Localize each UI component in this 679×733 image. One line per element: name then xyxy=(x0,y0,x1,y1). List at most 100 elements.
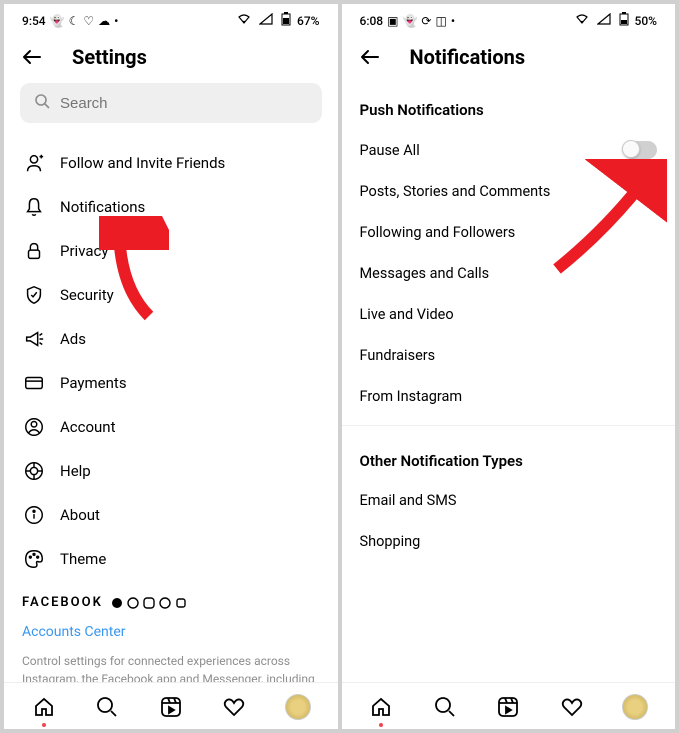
menu-security[interactable]: Security xyxy=(20,273,322,317)
notif-label: Messages and Calls xyxy=(360,265,490,282)
menu-payments[interactable]: Payments xyxy=(20,361,322,405)
menu-help[interactable]: Help xyxy=(20,449,322,493)
notif-label: Email and SMS xyxy=(360,492,457,509)
bell-icon xyxy=(22,195,46,219)
notif-pause-all[interactable]: Pause All xyxy=(358,129,660,171)
notif-messages[interactable]: Messages and Calls xyxy=(358,253,660,294)
notif-label: Following and Followers xyxy=(360,224,516,241)
notif-shopping[interactable]: Shopping xyxy=(358,521,660,562)
brand-icons xyxy=(111,597,187,609)
signal-icon xyxy=(257,13,273,28)
status-crop-icon: ◫ xyxy=(435,14,446,28)
menu-notifications[interactable]: Notifications xyxy=(20,185,322,229)
section-push: Push Notifications xyxy=(358,83,660,129)
nav-search[interactable] xyxy=(93,693,121,721)
header: Notifications xyxy=(342,31,676,83)
menu-label: Ads xyxy=(60,330,86,348)
status-app-icon: ▣ xyxy=(387,14,398,28)
battery-pct: 50% xyxy=(635,14,657,28)
wifi-icon xyxy=(235,13,251,28)
brand-label: FACEBOOK xyxy=(20,581,322,614)
notif-fundraisers[interactable]: Fundraisers xyxy=(358,335,660,376)
battery-icon xyxy=(617,12,629,29)
menu-label: Follow and Invite Friends xyxy=(60,154,225,172)
snapchat-icon: 👻 xyxy=(50,14,65,28)
dot-icon: • xyxy=(114,14,118,28)
lock-icon xyxy=(22,239,46,263)
nav-activity[interactable] xyxy=(558,693,586,721)
search-icon xyxy=(34,93,60,113)
nav-home[interactable] xyxy=(367,693,395,721)
notifications-screen: 6:08 ▣ 👻 ⟳ ◫ • 50% xyxy=(342,4,676,729)
description-text: Control settings for connected experienc… xyxy=(20,646,322,682)
notif-label: Live and Video xyxy=(360,306,454,323)
page-title: Settings xyxy=(72,45,147,69)
notif-label: Shopping xyxy=(360,533,421,550)
accounts-center-link[interactable]: Accounts Center xyxy=(20,614,322,646)
notif-following[interactable]: Following and Followers xyxy=(358,212,660,253)
page-title: Notifications xyxy=(410,45,526,69)
status-loop-icon: ⟳ xyxy=(421,14,431,28)
nav-search[interactable] xyxy=(431,693,459,721)
bottom-nav xyxy=(4,682,338,729)
pause-all-toggle[interactable] xyxy=(623,141,657,159)
back-icon[interactable] xyxy=(358,45,382,69)
menu-about[interactable]: About xyxy=(20,493,322,537)
megaphone-icon xyxy=(22,327,46,351)
palette-icon xyxy=(22,547,46,571)
heart-status-icon: ♡ xyxy=(83,14,94,28)
menu-label: Privacy xyxy=(60,242,108,260)
menu-ads[interactable]: Ads xyxy=(20,317,322,361)
shield-icon xyxy=(22,283,46,307)
menu-theme[interactable]: Theme xyxy=(20,537,322,581)
notif-label: From Instagram xyxy=(360,388,463,405)
menu-label: Account xyxy=(60,418,116,436)
menu-account[interactable]: Account xyxy=(20,405,322,449)
search-box[interactable] xyxy=(20,83,322,123)
menu-label: Theme xyxy=(60,550,106,568)
avatar xyxy=(622,694,648,720)
header: Settings xyxy=(4,31,338,83)
notification-dot xyxy=(379,723,383,727)
notif-label: Fundraisers xyxy=(360,347,436,364)
nav-activity[interactable] xyxy=(220,693,248,721)
menu-follow-invite[interactable]: Follow and Invite Friends xyxy=(20,141,322,185)
person-plus-icon xyxy=(22,151,46,175)
status-time: 9:54 xyxy=(22,14,46,28)
account-icon xyxy=(22,415,46,439)
nav-profile[interactable] xyxy=(284,693,312,721)
nav-reels[interactable] xyxy=(157,693,185,721)
notif-label: Pause All xyxy=(360,142,420,159)
menu-label: Payments xyxy=(60,374,127,392)
notif-email-sms[interactable]: Email and SMS xyxy=(358,480,660,521)
bottom-nav xyxy=(342,682,676,729)
back-icon[interactable] xyxy=(20,45,44,69)
status-time: 6:08 xyxy=(360,14,384,28)
settings-screen: 9:54 👻 ☾ ♡ ☁ • 67% xyxy=(4,4,338,729)
menu-privacy[interactable]: Privacy xyxy=(20,229,322,273)
wifi-icon xyxy=(573,13,589,28)
notification-dot xyxy=(42,723,46,727)
dot-icon: • xyxy=(451,14,455,28)
notif-posts-stories[interactable]: Posts, Stories and Comments xyxy=(358,171,660,212)
divider xyxy=(342,425,676,426)
battery-pct: 67% xyxy=(297,14,319,28)
status-bar: 9:54 👻 ☾ ♡ ☁ • 67% xyxy=(4,4,338,31)
nav-home[interactable] xyxy=(30,693,58,721)
section-other: Other Notification Types xyxy=(358,434,660,480)
card-icon xyxy=(22,371,46,395)
help-icon xyxy=(22,459,46,483)
cloud-icon: ☁ xyxy=(98,14,110,28)
signal-icon xyxy=(595,13,611,28)
notif-live[interactable]: Live and Video xyxy=(358,294,660,335)
menu-label: Help xyxy=(60,462,91,480)
search-input[interactable] xyxy=(60,95,308,112)
nav-reels[interactable] xyxy=(494,693,522,721)
status-bar: 6:08 ▣ 👻 ⟳ ◫ • 50% xyxy=(342,4,676,31)
menu-label: Notifications xyxy=(60,198,145,216)
moon-icon: ☾ xyxy=(69,14,80,28)
menu-label: About xyxy=(60,506,100,524)
info-icon xyxy=(22,503,46,527)
notif-from-instagram[interactable]: From Instagram xyxy=(358,376,660,417)
nav-profile[interactable] xyxy=(621,693,649,721)
